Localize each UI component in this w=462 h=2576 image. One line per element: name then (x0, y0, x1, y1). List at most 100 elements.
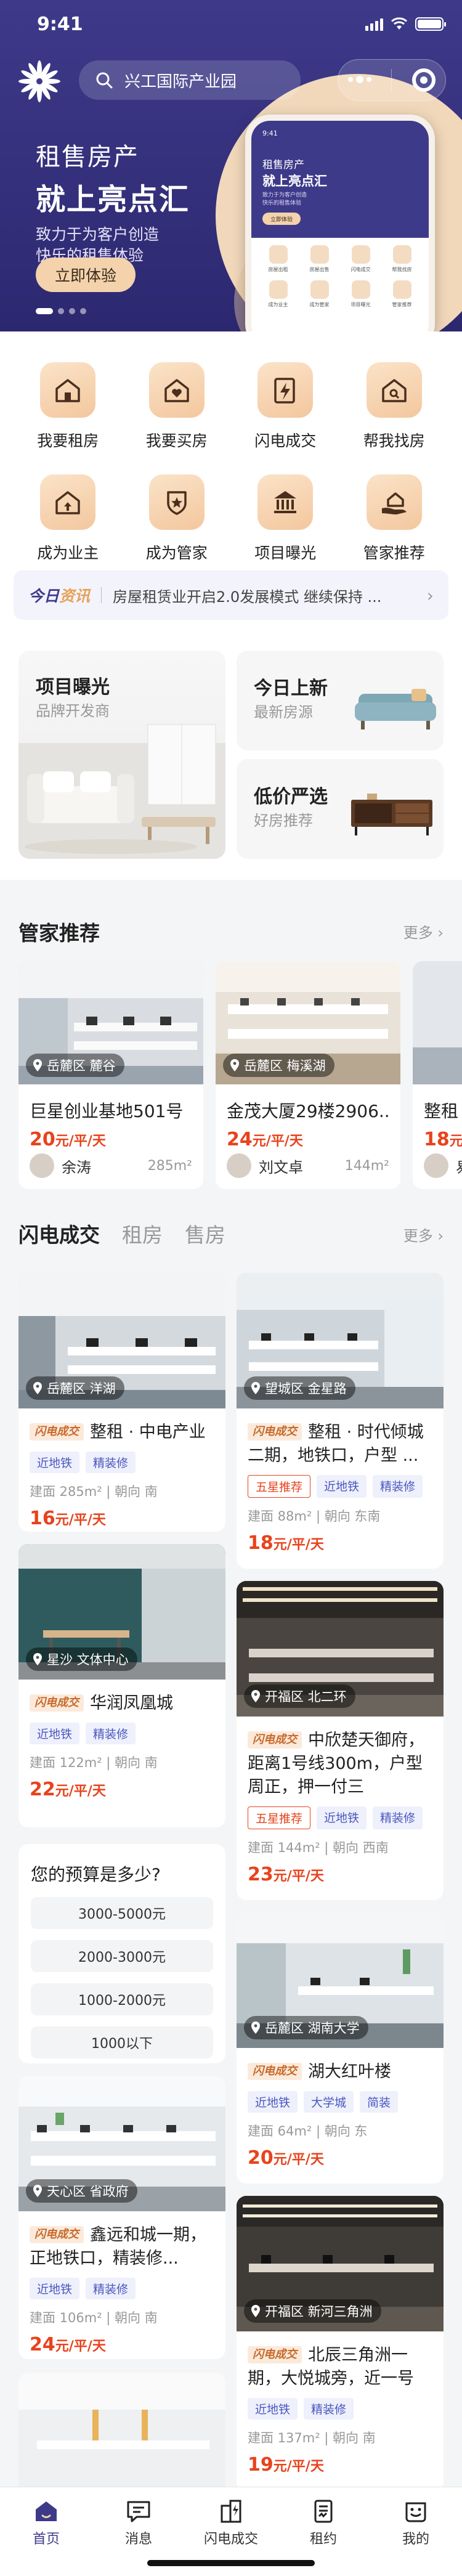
stewards-carousel[interactable]: 岳麓区 麓谷 巨星创业基地501号 20元/平/天 余涛 285m² 岳麓区 梅溪… (18, 961, 462, 1189)
tag-list: 近地铁 精装修 (30, 1452, 214, 1473)
listing-card[interactable]: 岳麓区 湖南大学 闪电成交 湖大红叶楼 近地铁 大学城 简装 建面 64m² | 朝向… (237, 1912, 444, 2184)
tab-contract[interactable]: 租约 (277, 2487, 370, 2549)
listing-card[interactable]: 开福区 北二环 闪电成交 中欣楚天御府，距离1号线300m，户型周正，押一付三 五… (237, 1581, 444, 1900)
shield-star-icon (167, 491, 187, 515)
tab-sale[interactable]: 售房 (185, 1219, 225, 1248)
office-photo (18, 2373, 225, 2496)
miniapp-capsule[interactable] (338, 59, 446, 101)
steward-card[interactable]: 整租 18元/平/天 易 (413, 961, 462, 1189)
promo-low-price[interactable]: 低价严选 好房推荐 (237, 759, 444, 859)
promo-project-exposure[interactable]: 项目曝光 品牌开发商 (18, 651, 225, 859)
search-bar[interactable]: 兴工国际产业园 (79, 60, 301, 100)
cabinet-image (351, 794, 432, 835)
tag: 近地铁 (30, 2278, 80, 2299)
listing-title: 闪电成交 整租 · 中电产业 (30, 1421, 214, 1444)
avatar (30, 1153, 54, 1178)
quick-item-buy[interactable]: 我要买房 (123, 362, 232, 451)
quick-item-find[interactable]: 帮我找房 (340, 362, 449, 451)
steward-card[interactable]: 岳麓区 梅溪湖 金茂大厦29楼2906... 24元/平/天 刘文卓 144m² (216, 961, 400, 1189)
listing-meta: 建面 64m² | 朝向 东 (248, 2124, 368, 2139)
price-unit: 元/平/天 (273, 1869, 324, 1884)
mockup-button: 立即体验 (262, 213, 301, 225)
budget-option[interactable]: 1000以下 (31, 2026, 213, 2058)
tab-profile[interactable]: 我的 (370, 2487, 462, 2549)
listing-meta: 建面 106m² | 朝向 南 (30, 2310, 158, 2325)
flash-badge: 闪电成交 (30, 2226, 84, 2243)
listing-price: 16元/平/天 (30, 1508, 214, 1529)
listing-title: 闪电成交 鑫远和城一期，正地铁口，精装修... (30, 2224, 214, 2270)
steward-card[interactable]: 岳麓区 麓谷 巨星创业基地501号 20元/平/天 余涛 285m² (18, 961, 203, 1189)
smile-icon (405, 2502, 426, 2522)
listing-price: 19元/平/天 (248, 2454, 432, 2476)
listing-area: 285m² (147, 1158, 192, 1174)
location-pin-icon (251, 1690, 260, 1702)
house-heart-icon (164, 379, 189, 402)
price-value: 23 (248, 1864, 274, 1885)
tab-messages[interactable]: 消息 (92, 2487, 185, 2549)
budget-option[interactable]: 1000-2000元 (31, 1983, 213, 2015)
hero-cta-button[interactable]: 立即体验 (36, 258, 136, 292)
tab-flash-deal[interactable]: 闪电成交 (185, 2487, 277, 2549)
quick-item-flash[interactable]: 闪电成交 (231, 362, 340, 451)
flash-badge: 闪电成交 (30, 1423, 84, 1440)
location-pin-icon (33, 1059, 42, 1071)
price-unit: 元/平/天 (273, 2459, 324, 2474)
listing-meta: 建面 144m² | 朝向 西南 (248, 1840, 389, 1855)
listing-card[interactable] (18, 2373, 225, 2496)
more-icon[interactable] (348, 76, 372, 83)
budget-option[interactable]: 3000-5000元 (31, 1897, 213, 1929)
hero-banner[interactable]: 9:41 兴工国际产业园 租售房产 就上亮点汇 致力于为客户创造 快乐的租售体验… (0, 0, 462, 331)
location-pin-icon (251, 1382, 260, 1394)
quick-item-label: 帮我找房 (363, 432, 425, 450)
news-ticker[interactable]: 今日资讯 房屋租赁业开启2.0发展模式 继续保持 ... › (14, 571, 448, 620)
more-link[interactable]: 更多 › (403, 920, 444, 942)
location-text: 岳麓区 梅溪湖 (244, 1058, 326, 1073)
lightning-doc-icon (274, 378, 295, 404)
quick-item-recommend[interactable]: 管家推荐 (340, 474, 449, 563)
listing-card[interactable]: 望城区 金星路 闪电成交 整租 · 时代倾城二期，地铁口，户型 ... 五星推荐近… (237, 1273, 444, 1569)
listing-card[interactable]: 星沙 文体中心 闪电成交 华润凤凰城 近地铁 精装修 建面 122m² | 朝向 南… (18, 1544, 225, 1827)
promo-new-listings[interactable]: 今日上新 最新房源 (237, 651, 444, 750)
tab-rent[interactable]: 租房 (122, 1219, 163, 1248)
tag: 精装修 (304, 2398, 354, 2420)
close-miniapp-icon[interactable] (411, 68, 436, 92)
listing-price: 18元/平/天 (424, 1129, 462, 1150)
promo-subtitle: 好房推荐 (254, 812, 313, 829)
tag-list: 五星推荐 近地铁 精装修 (248, 1475, 432, 1498)
home-indicator (147, 2560, 315, 2566)
listing-card[interactable]: 岳麓区 洋湖 闪电成交 整租 · 中电产业 近地铁 精装修 建面 285m² | 朝… (18, 1273, 225, 1532)
office-photo: 岳麓区 梅溪湖 (216, 961, 400, 1084)
quick-item-steward[interactable]: 成为管家 (123, 474, 232, 563)
listing-price: 24元/平/天 (30, 2334, 214, 2355)
office-photo: 岳麓区 湖南大学 (237, 1912, 444, 2048)
quick-item-exposure[interactable]: 项目曝光 (231, 474, 340, 563)
listing-meta: 建面 122m² | 朝向 南 (30, 1755, 158, 1770)
listing-card[interactable]: 开福区 新河三角洲 闪电成交 北辰三角洲一期，大悦城旁，近一号 近地铁 精装修 建面… (237, 2196, 444, 2492)
price-value: 16 (30, 1508, 55, 1529)
tab-flash-deal[interactable]: 闪电成交 (18, 1219, 100, 1248)
quick-item-owner[interactable]: 成为业主 (14, 474, 123, 563)
mockup-item: 项目曝光 (351, 302, 371, 307)
stewards-section-header: 管家推荐 更多 › (0, 912, 462, 949)
budget-option[interactable]: 2000-3000元 (31, 1940, 213, 1972)
battery-icon (415, 17, 446, 31)
location-text: 岳麓区 麓谷 (47, 1058, 116, 1073)
carousel-indicator[interactable] (36, 308, 86, 314)
price-unit: 元/平/天 (449, 1134, 462, 1149)
tab-label: 首页 (32, 2532, 60, 2547)
mockup-item: 帮我找房 (392, 267, 412, 272)
tag: 近地铁 (248, 2398, 298, 2420)
hero-headline: 就上亮点汇 (36, 182, 190, 217)
quick-item-rent[interactable]: 我要租房 (14, 362, 123, 451)
listing-card[interactable]: 天心区 省政府 闪电成交 鑫远和城一期，正地铁口，精装修... 近地铁 精装修 建面… (18, 2076, 225, 2359)
budget-survey: 您的预算是多少? 3000-5000元 2000-3000元 1000-2000… (18, 1844, 225, 2063)
home-panel: 我要租房 我要买房 闪电成交 帮我找房 成为业主 成为管家 项目曝光 管家推荐 (0, 331, 462, 880)
more-link[interactable]: 更多 › (403, 1224, 444, 1245)
quick-item-label: 管家推荐 (363, 544, 425, 562)
listing-title: 闪电成交 湖大红叶楼 (248, 2060, 432, 2084)
feed-tabs: 闪电成交 租房 售房 更多 › (0, 1215, 462, 1252)
tab-home[interactable]: 首页 (0, 2487, 92, 2549)
price-unit: 元/平/天 (55, 1513, 106, 1528)
listing-title: 整租 (424, 1101, 459, 1121)
tag: 精装修 (373, 1475, 423, 1498)
